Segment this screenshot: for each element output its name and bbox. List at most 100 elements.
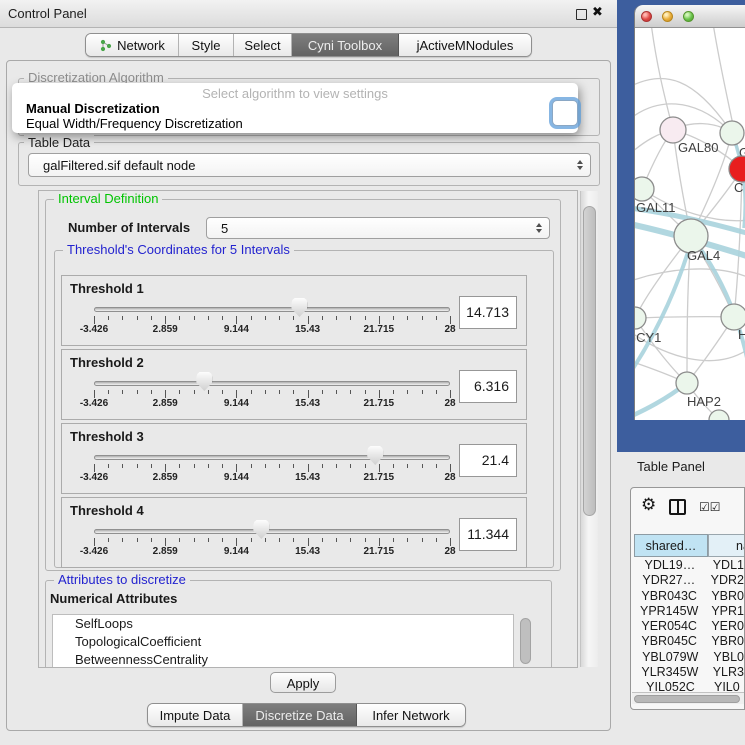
tab-label: Discretize Data: [255, 708, 343, 723]
cell-name: YBR0: [707, 589, 744, 604]
table-row[interactable]: YPR145WYPR1: [631, 604, 744, 619]
column-header-shared[interactable]: shared…: [634, 534, 708, 557]
scrollbar-thumb[interactable]: [634, 695, 740, 703]
network-edge-thick[interactable]: [635, 242, 691, 373]
table-row[interactable]: YLR345WYLR3: [631, 665, 744, 680]
attributes-list-scrollbar-thumb[interactable]: [520, 618, 531, 664]
network-node[interactable]: [709, 410, 729, 420]
tab-style[interactable]: Style: [179, 34, 234, 56]
float-window-icon[interactable]: [576, 9, 587, 20]
network-graph[interactable]: GAL80GCGAL11GAL4GCY1HHAP2: [635, 28, 745, 420]
network-node[interactable]: [635, 177, 654, 201]
network-edge[interactable]: [635, 317, 734, 318]
table-row[interactable]: YDL19…YDL1: [631, 558, 744, 573]
tick-label: 15.43: [295, 324, 320, 335]
algorithm-combobox[interactable]: [552, 100, 578, 126]
dropdown-item[interactable]: Equal Width/Frequency Discretization: [26, 116, 243, 131]
threshold-value-field[interactable]: 11.344: [459, 518, 517, 551]
tab-label: Network: [117, 38, 165, 53]
select-columns-checkboxes-icon[interactable]: ☑☑: [699, 500, 721, 514]
number-of-intervals-combobox[interactable]: 5: [206, 217, 550, 239]
column-split-icon[interactable]: [669, 499, 686, 515]
table-row[interactable]: YIL052CYIL0: [631, 680, 744, 692]
network-node[interactable]: [635, 307, 646, 329]
table-row[interactable]: YBR043CYBR0: [631, 589, 744, 604]
apply-button[interactable]: Apply: [270, 672, 336, 693]
node-label: HAP2: [687, 394, 721, 409]
tick-label: 28: [444, 546, 455, 557]
dropdown-item[interactable]: Manual Discretization: [26, 101, 160, 116]
number-of-intervals-value: 5: [221, 221, 228, 236]
threshold-label: Threshold 4: [70, 503, 144, 518]
interval-definition-group: Interval Definition Number of Intervals …: [45, 199, 561, 571]
cell-shared-name: YLR345W: [631, 665, 709, 680]
cell-shared-name: YDR27…: [631, 573, 707, 588]
network-edge[interactable]: [635, 269, 745, 283]
cell-name: YDL1: [709, 558, 744, 573]
scrollbar-thumb[interactable]: [583, 206, 596, 516]
tick-label: 9.144: [224, 398, 249, 409]
settings-scrollpane: Interval Definition Number of Intervals …: [38, 190, 578, 668]
cell-name: YDR2: [707, 573, 744, 588]
table-row[interactable]: YBL079WYBL0: [631, 650, 744, 665]
tab-infer-network[interactable]: Infer Network: [357, 704, 465, 726]
app-root: GAL80GCGAL11GAL4GCY1HHAP2 Table Panel ⚙ …: [0, 0, 745, 745]
threshold-value-field[interactable]: 21.4: [459, 444, 517, 477]
cell-shared-name: YBR045C: [631, 634, 707, 649]
attribute-list-item[interactable]: TopologicalCoefficient: [53, 633, 513, 651]
thresholds-group: Threshold's Coordinates for 5 Intervals …: [54, 250, 554, 568]
threshold-value-field[interactable]: 14.713: [459, 296, 517, 329]
network-node[interactable]: [720, 121, 744, 145]
tick-label: 2.859: [153, 472, 178, 483]
cell-name: YBL0: [709, 650, 744, 665]
slider-handle[interactable]: [367, 446, 383, 465]
node-label: GAL4: [687, 248, 720, 263]
spinner-icon: [536, 223, 542, 233]
tick-label: 15.43: [295, 546, 320, 557]
table-row[interactable]: YDR27…YDR2: [631, 573, 744, 588]
gear-icon[interactable]: ⚙: [641, 495, 656, 515]
tab-network[interactable]: Network: [86, 34, 179, 56]
tab-impute-data[interactable]: Impute Data: [148, 704, 243, 726]
tick-label: 9.144: [224, 546, 249, 557]
slider-handle[interactable]: [196, 372, 212, 391]
table-row[interactable]: YBR045CYBR0: [631, 634, 744, 649]
table-row[interactable]: YER054CYER0: [631, 619, 744, 634]
close-icon[interactable]: ✖: [592, 5, 603, 20]
tab-label: Infer Network: [372, 708, 449, 723]
table-horizontal-scrollbar[interactable]: [632, 692, 745, 704]
tab-label: Impute Data: [160, 708, 231, 723]
column-header-name[interactable]: na: [708, 534, 745, 557]
tab-cyni-toolbox[interactable]: Cyni Toolbox: [292, 34, 399, 56]
attribute-list-item[interactable]: BetweennessCentrality: [53, 651, 513, 668]
close-traffic-light-icon[interactable]: [641, 11, 652, 22]
number-of-intervals-label: Number of Intervals: [68, 220, 190, 235]
tick-label: 21.715: [364, 324, 395, 335]
table-data-combobox[interactable]: galFiltered.sif default node: [28, 153, 591, 177]
network-window-titlebar[interactable]: [635, 5, 745, 28]
zoom-traffic-light-icon[interactable]: [683, 11, 694, 22]
tab-jactivemnodules[interactable]: jActiveMNodules: [399, 34, 531, 56]
minimize-traffic-light-icon[interactable]: [662, 11, 673, 22]
attribute-list-item[interactable]: SelfLoops: [53, 615, 513, 633]
tick-label: 21.715: [364, 398, 395, 409]
tab-discretize-data[interactable]: Discretize Data: [243, 704, 357, 726]
control-panel-title: Control Panel: [8, 6, 87, 21]
node-label: C: [734, 180, 743, 195]
tab-select[interactable]: Select: [234, 34, 292, 56]
numerical-attributes-label: Numerical Attributes: [50, 591, 177, 606]
node-label: GAL11: [636, 200, 676, 215]
network-canvas[interactable]: GAL80GCGAL11GAL4GCY1HHAP2: [635, 28, 745, 420]
tick-label: 2.859: [153, 324, 178, 335]
slider-handle[interactable]: [291, 298, 307, 317]
tick-label: 28: [444, 472, 455, 483]
node-label: H: [738, 327, 745, 342]
slider-handle[interactable]: [253, 520, 269, 539]
network-node[interactable]: [676, 372, 698, 394]
tab-label: jActiveMNodules: [417, 38, 514, 53]
attributes-list[interactable]: SelfLoopsTopologicalCoefficientBetweenne…: [52, 614, 514, 668]
threshold-value-field[interactable]: 6.316: [459, 370, 517, 403]
tick-label: -3.426: [80, 472, 108, 483]
threshold-panel: Threshold 1-3.4262.8599.14415.4321.71528…: [61, 275, 527, 346]
settings-vertical-scrollbar[interactable]: [580, 191, 598, 667]
